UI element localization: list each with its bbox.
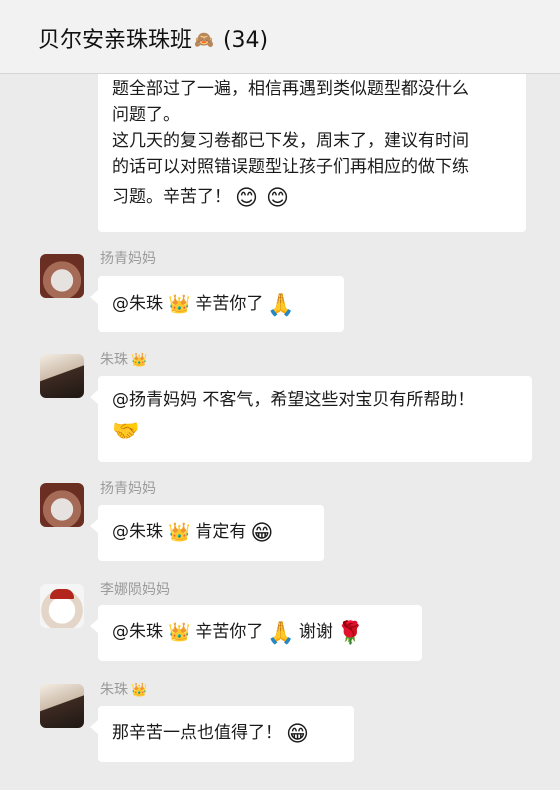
message-bubble[interactable]: 题全部过了一遍，相信再遇到类似题型都没什么 问题了。 这几天的复习卷都已下发，周… [98, 74, 526, 232]
crown-icon: 👑 [168, 622, 191, 643]
smile-icon: 😊 [265, 186, 289, 211]
mention[interactable]: @朱珠 [112, 622, 163, 642]
group-name: 贝尔安亲珠珠班 [38, 28, 193, 53]
message-text: 习题。辛苦了！ [112, 187, 231, 207]
message-text: 辛苦你了 [195, 622, 264, 642]
crown-icon: 👑 [168, 522, 191, 543]
sender-label: 朱珠 [100, 682, 128, 698]
avatar[interactable] [40, 254, 84, 298]
handshake-icon: 🤝 [112, 419, 140, 444]
message-bubble[interactable]: @朱珠 👑 辛苦你了 🙏 [90, 276, 344, 332]
crown-icon: 👑 [131, 683, 148, 698]
pray-icon: 🙏 [267, 621, 295, 646]
sender-name: 李娜陨妈妈 [100, 582, 170, 598]
message-text: @扬青妈妈 不客气，希望这些对宝贝有所帮助！ [112, 390, 475, 410]
member-count: (34) [222, 28, 269, 53]
smile-icon: 😊 [235, 186, 258, 211]
message-text: 那辛苦一点也值得了！ [112, 723, 282, 743]
message-bubble[interactable]: 那辛苦一点也值得了！ 😁 [90, 706, 354, 762]
message-text: 辛苦你了 [195, 294, 264, 314]
message-text: 谢谢 [298, 622, 333, 642]
avatar[interactable] [40, 684, 84, 728]
sender-name: 扬青妈妈 [100, 251, 156, 267]
message-bubble[interactable]: @朱珠 👑 肯定有 😁 [90, 505, 324, 561]
message-line: 的话可以对照错误题型让孩子们再相应的做下练 [112, 157, 469, 177]
message-line: 问题了。 [112, 105, 180, 125]
grin-icon: 😁 [286, 722, 309, 747]
message-line: 题全部过了一遍，相信再遇到类似题型都没什么 [112, 79, 469, 99]
sender-name: 朱珠 👑 [100, 349, 147, 369]
avatar[interactable] [40, 483, 84, 527]
message-line: 这几天的复习卷都已下发，周末了，建议有时间 [112, 131, 469, 151]
sender-name: 扬青妈妈 [100, 481, 156, 497]
crown-icon: 👑 [131, 353, 148, 368]
message-bubble[interactable]: @朱珠 👑 辛苦你了 🙏 谢谢 🌹 [90, 605, 422, 661]
sender-name: 朱珠 👑 [100, 679, 147, 699]
crown-icon: 👑 [168, 294, 191, 315]
avatar[interactable] [40, 354, 84, 398]
message-bubble[interactable]: @扬青妈妈 不客气，希望这些对宝贝有所帮助！ 🤝 [90, 376, 532, 462]
mention[interactable]: @朱珠 [112, 294, 163, 314]
avatar[interactable] [40, 584, 84, 628]
mention[interactable]: @朱珠 [112, 522, 163, 542]
chat-title[interactable]: 贝尔安亲珠珠班 🙈 (34) [38, 22, 268, 54]
chat-header: 贝尔安亲珠珠班 🙈 (34) [0, 0, 560, 74]
pray-icon: 🙏 [267, 293, 295, 318]
grin-icon: 😁 [250, 521, 274, 546]
message-text: 肯定有 [195, 522, 247, 542]
rose-icon: 🌹 [336, 621, 365, 646]
sender-label: 朱珠 [100, 352, 128, 368]
hat-icon: 🙈 [194, 30, 214, 49]
message-line: 习题。辛苦了！ 😊 😊 [112, 184, 512, 212]
